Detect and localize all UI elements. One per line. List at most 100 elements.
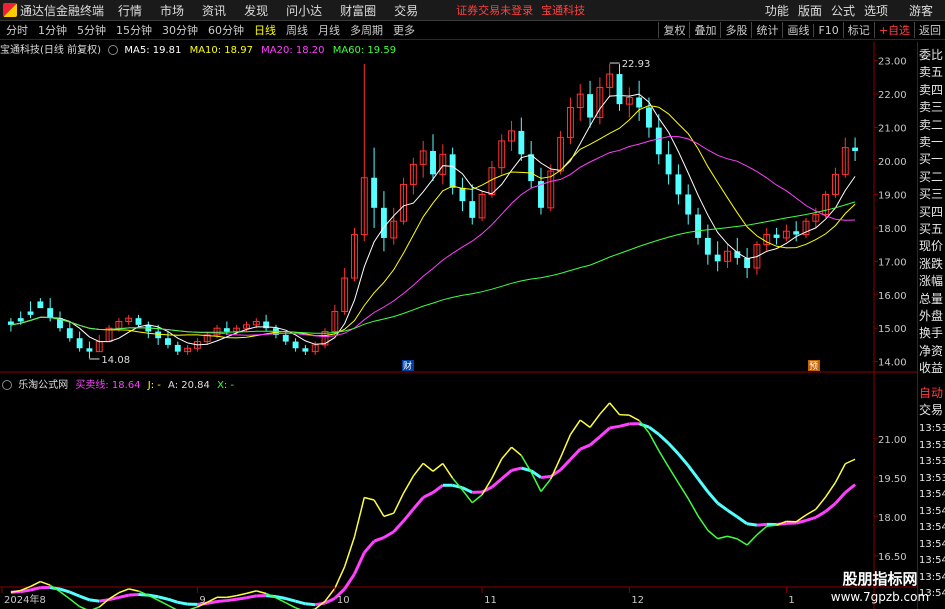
j-line-seg-85 [834,463,846,483]
candle-body-69 [685,194,692,215]
buysell-line-seg-55 [540,474,551,480]
f10-button[interactable]: F10 [813,23,842,37]
multi-stock-button[interactable]: 多股 [720,22,751,38]
buysell-line-seg-67 [657,433,670,445]
buysell-line-seg-57 [559,458,572,471]
panel-label-15: 外盘 [919,309,944,323]
menu-item-trade[interactable]: 交易 [394,2,418,19]
buysell-line-seg-43 [422,491,434,499]
back-button[interactable]: 返回 [914,22,945,38]
buysell-line-seg-72 [706,490,719,505]
candle-body-62 [616,74,623,105]
period-tab-multi[interactable]: 多周期 [350,22,383,38]
menu-formula[interactable]: 公式 [831,2,855,19]
login-warning[interactable]: 证券交易未登录 [456,2,533,18]
candle-body-43 [430,150,436,175]
j-line-seg-55 [540,478,552,492]
candle-body-46 [459,187,466,202]
watermark-title: 股朋指标网 [842,570,918,588]
buysell-line-seg-76 [746,522,758,527]
panel-label-0: 委比 [919,48,944,62]
add-watchlist-button[interactable]: +自选 [873,22,914,38]
panel-trade[interactable]: 交易 [919,401,945,420]
j-line-seg-68 [667,466,680,484]
j-line-seg-25 [246,590,257,595]
j-line-seg-58 [569,419,581,436]
buysell-line-seg-74 [726,508,739,519]
overlay-button[interactable]: 叠加 [689,22,720,38]
j-line-seg-84 [825,482,837,498]
candle-body-38 [380,207,387,238]
panel-label-3: 卖三 [919,100,944,115]
candle-body-37 [371,177,378,208]
date-label-1: 9 [199,595,205,606]
menu-item-market[interactable]: 市场 [160,2,184,19]
period-tab-1min[interactable]: 1分钟 [38,22,67,38]
period-tab-monthly[interactable]: 月线 [318,22,340,38]
panel-label-16: 换手 [919,326,944,341]
candle-body-67 [665,154,672,175]
j-line-seg-23 [226,594,237,599]
candle-body-75 [744,257,751,269]
draw-line-button[interactable]: 画线 [782,22,813,38]
buysell-line-seg-7 [69,590,81,598]
panel-label-10: 买五 [919,222,944,236]
j-line-seg-48 [471,494,483,504]
period-tab-weekly[interactable]: 周线 [286,22,308,38]
buysell-line-seg-37 [363,540,376,554]
mark-button[interactable]: 标记 [842,22,874,38]
period-tab-daily[interactable]: 日线 [254,22,276,38]
buysell-line-seg-77 [756,522,767,527]
candle-body-45 [449,154,456,188]
guest-button[interactable]: 游客 [909,2,933,19]
panel-label-14: 总量 [919,291,944,306]
j-line-seg-7 [69,598,81,608]
menu-item-news[interactable]: 资讯 [202,2,226,19]
period-tab-15min[interactable]: 15分钟 [116,22,152,38]
buysell-line-seg-73 [716,501,729,512]
buysell-line-seg-85 [834,491,847,505]
menu-item-quotes[interactable]: 行情 [118,2,142,19]
candle-body-78 [773,234,780,238]
high-price-label: 22.93 [622,59,651,70]
sub-y-tick-label-2: 18.00 [878,513,907,524]
period-tab-60min[interactable]: 60分钟 [208,22,244,38]
menu-function[interactable]: 功能 [765,2,789,19]
panel-label-4: 卖二 [919,117,944,132]
buysell-line-seg-50 [490,477,503,489]
candle-body-86 [852,147,859,151]
candle-body-70 [695,214,701,238]
candle-body-8 [86,348,93,352]
period-tab-5min[interactable]: 5分钟 [77,22,106,38]
j-line-seg-4 [40,580,51,586]
period-tab-more[interactable]: 更多 [393,22,415,38]
period-tab-timeshare[interactable]: 分时 [6,22,28,38]
j-line-seg-82 [805,508,817,516]
j-line-seg-59 [579,419,591,428]
candle-body-47 [469,201,476,218]
panel-label-8: 买三 [919,187,944,202]
panel-label-7: 买二 [919,169,944,184]
candle-body-72 [714,254,721,262]
menu-layout[interactable]: 版面 [798,2,822,19]
j-line-seg-67 [658,450,670,468]
stats-button[interactable]: 统计 [751,22,782,38]
candle-body-16 [165,338,171,345]
date-label-5: 1 [788,595,794,606]
sub-y-tick-label-0: 21.00 [878,435,907,446]
menu-item-ask[interactable]: 问小达 [286,2,322,19]
buysell-line-seg-38 [373,536,385,543]
forecast-badge-label: 预 [809,361,818,372]
kline-chart[interactable]: 23.00 22.00 21.00 20.00 19.00 18.00 17.00 16.00… [0,42,917,609]
buysell-line-seg-58 [569,448,582,461]
j-line-seg-37 [364,496,375,501]
candle-body-65 [646,107,652,128]
j-line-seg-26 [256,590,267,595]
buysell-line-seg-6 [59,587,71,594]
menu-item-wealth[interactable]: 财富圈 [340,2,376,19]
adjust-button[interactable]: 复权 [658,22,689,38]
candle-body-6 [66,328,73,339]
menu-item-discover[interactable]: 发现 [244,2,268,19]
menu-options[interactable]: 选项 [864,2,888,19]
period-tab-30min[interactable]: 30分钟 [162,22,198,38]
